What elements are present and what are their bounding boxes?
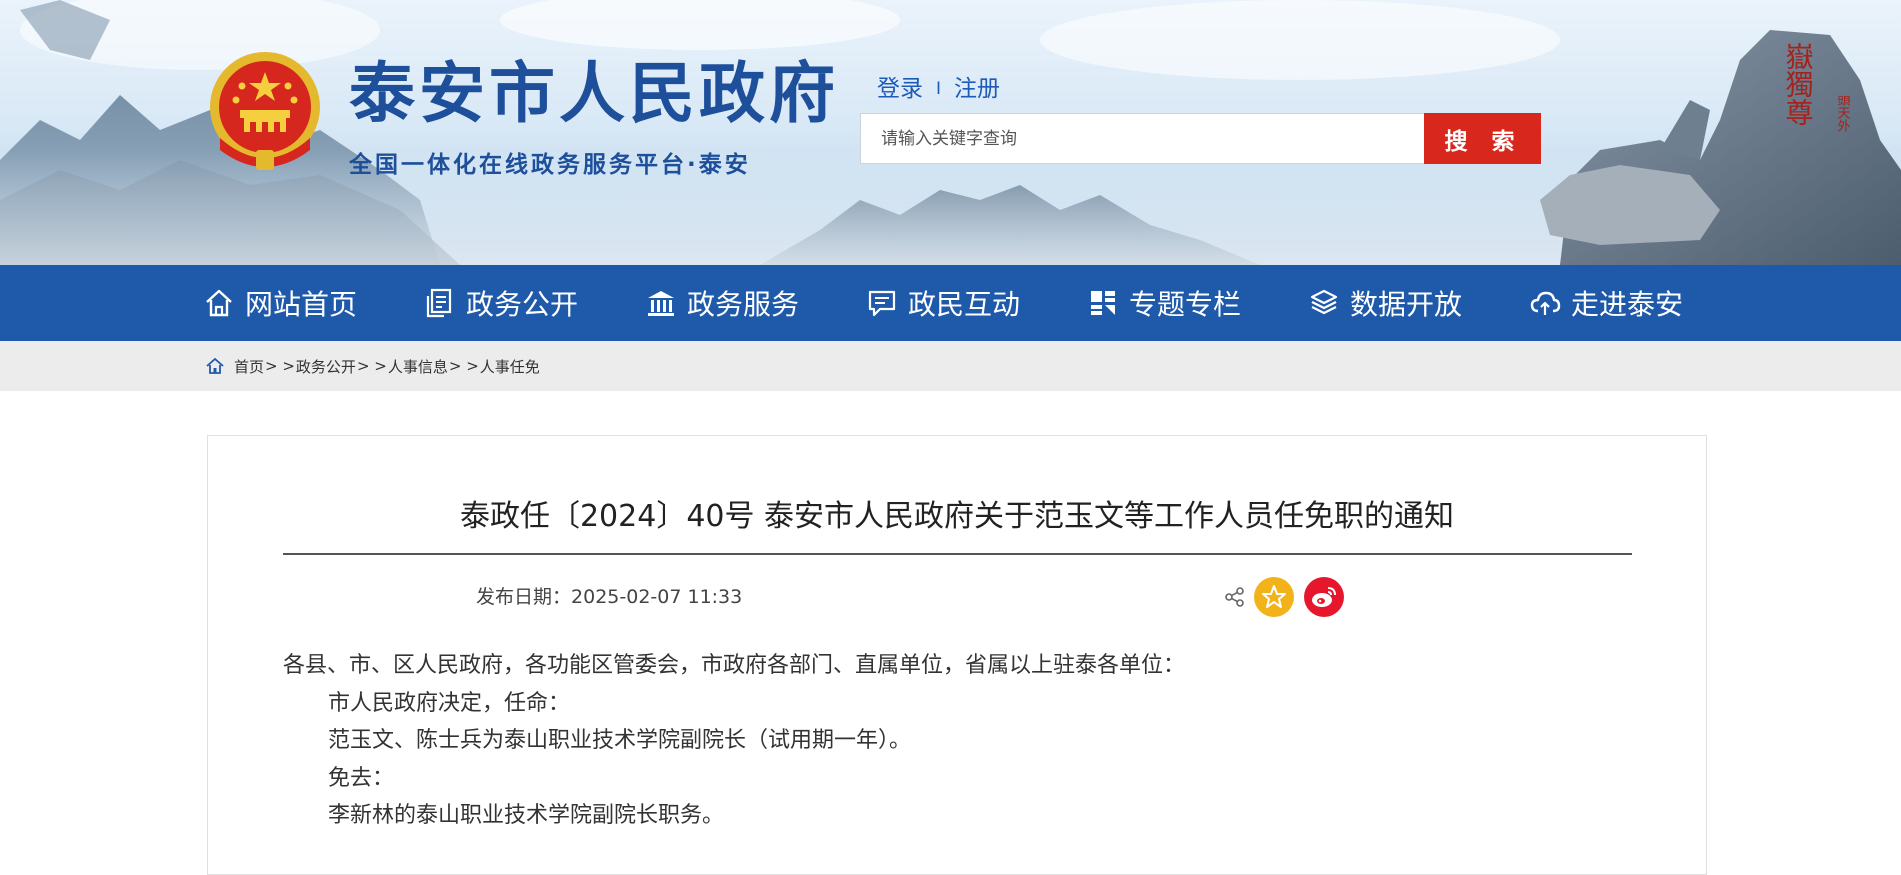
national-emblem-logo [210,52,320,170]
chat-icon [868,290,896,317]
breadcrumb-item-government-affairs[interactable]: 政务公开 [296,356,356,377]
article-title: 泰政任〔2024〕40号 泰安市人民政府关于范玉文等工作人员任免职的通知 [459,499,1455,534]
article-body: 各县、市、区人民政府，各功能区管委会，市政府各部门、直属单位，省属以上驻泰各单位… [283,647,1632,835]
article-container: 泰政任〔2024〕40号 泰安市人民政府关于范玉文等工作人员任免职的通知 发布日… [207,435,1707,875]
auth-links: 登录 I 注册 [877,69,1000,103]
breadcrumb-item-home[interactable]: 首页 [234,356,264,377]
article-paragraph: 市人民政府决定，任命： [328,690,571,716]
nav-item-home[interactable]: 网站首页 [203,265,357,341]
breadcrumb: 首页 > > 政务公开 > > 人事信息 > > 人事任免 [206,341,540,391]
breadcrumb-separator: > > [265,357,295,375]
weibo-share-icon[interactable] [1304,577,1344,617]
nav-label: 数据开放 [1350,288,1463,321]
nav-item-open-data[interactable]: 数据开放 [1308,265,1462,341]
nav-label: 网站首页 [245,288,358,321]
calligraphy-small-text: 昂頭天外 [1835,96,1851,132]
publish-date: 发布日期：2025-02-07 11:33 [476,582,742,609]
nav-item-special-topics[interactable]: 专题专栏 [1087,265,1241,341]
nav-item-about-taian[interactable]: 走进泰安 [1529,265,1683,341]
grid-icon [1091,291,1115,315]
auth-separator: I [936,79,942,99]
breadcrumb-item-personnel-info[interactable]: 人事信息 [388,356,448,377]
favorite-star-icon[interactable] [1254,577,1294,617]
breadcrumb-bar: 首页 > > 政务公开 > > 人事信息 > > 人事任免 [0,341,1901,391]
site-subtitle: 全国一体化在线政务服务平台·泰安 [349,152,751,178]
article-paragraph: 范玉文、陈士兵为泰山职业技术学院副院长（试用期一年）。 [328,728,912,753]
title-divider [283,553,1632,555]
cloud-icon [1530,291,1561,315]
login-link[interactable]: 登录 [877,76,923,102]
site-title: 泰安市人民政府 [349,55,839,132]
nav-item-public-interaction[interactable]: 政民互动 [866,265,1020,341]
header-banner: 泰安市人民政府 全国一体化在线政务服务平台·泰安 五嶽獨尊 昂頭天外 登录 I 注册… [0,0,1901,265]
calligraphy-text: 五嶽獨尊 [1782,40,1815,126]
document-icon [426,288,452,318]
nav-label: 专题专栏 [1129,288,1242,321]
nav-label: 政民互动 [908,288,1021,321]
home-icon [206,289,232,317]
nav-item-government-services[interactable]: 政务服务 [645,265,799,341]
building-icon [648,291,674,316]
search-button[interactable]: 搜 索 [1424,113,1541,164]
nav-label: 走进泰安 [1571,288,1684,321]
calligraphy-inscription: 五嶽獨尊 [1782,40,1815,126]
breadcrumb-separator: > > [356,357,387,375]
breadcrumb-separator: > > [448,357,479,375]
breadcrumb-home-icon [206,358,224,374]
article-paragraph-salutation: 各县、市、区人民政府，各功能区管委会，市政府各部门、直属单位，省属以上驻泰各单位… [283,653,1186,678]
main-nav: 网站首页 政务公开 政务服务 政民互动 专题专栏 数据开放 走进泰安 [0,265,1901,341]
share-icon[interactable] [1224,586,1246,608]
publish-date-label: 发布日期： [476,586,572,608]
article-paragraph: 免去： [328,765,395,791]
breadcrumb-item-appointments[interactable]: 人事任免 [480,356,540,377]
nav-label: 政务公开 [466,288,579,321]
layers-icon [1310,289,1338,315]
register-link[interactable]: 注册 [954,76,1000,102]
article-paragraph: 李新林的泰山职业技术学院副院长职务。 [328,803,725,828]
nav-item-government-affairs[interactable]: 政务公开 [424,265,578,341]
publish-date-value: 2025-02-07 11:33 [571,586,743,608]
nav-label: 政务服务 [687,288,800,321]
calligraphy-small: 昂頭天外 [1835,96,1851,132]
search-input[interactable] [861,114,1421,163]
